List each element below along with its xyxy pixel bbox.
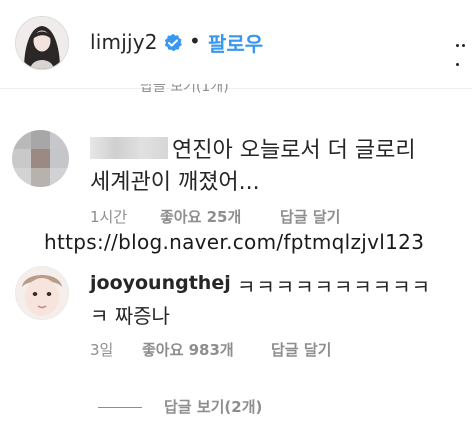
comment-time[interactable]: 1시간 — [90, 206, 127, 227]
verified-badge-icon — [164, 33, 182, 52]
comment-text-continued: ㅋ 짜증나 — [90, 304, 170, 328]
header-separator: • — [189, 29, 201, 53]
replies-divider-line — [98, 407, 142, 408]
comment-likes[interactable]: 좋아요 25개 — [160, 206, 241, 227]
clipped-view-replies[interactable]: 답글 보기(1개) — [140, 84, 300, 94]
more-options-icon[interactable] — [456, 32, 472, 70]
commenter-avatar[interactable] — [12, 130, 69, 187]
post-header: limjjy2 • 팔로우 — [0, 0, 472, 89]
reply-button-label: 답글 달기 — [271, 341, 332, 359]
comment-text: ㅋㅋㅋㅋㅋㅋㅋㅋㅋㅋ — [237, 275, 431, 299]
commenter-username[interactable]: jooyoungthej — [90, 272, 231, 294]
avatar-image — [16, 267, 68, 319]
view-replies-button[interactable]: 답글 보기(2개) — [98, 396, 262, 417]
clipped-view-replies-label: 답글 보기(1개) — [140, 84, 229, 94]
reply-button-label: 답글 달기 — [280, 208, 341, 226]
comment-time[interactable]: 3일 — [90, 339, 113, 360]
commenter-avatar[interactable] — [15, 266, 69, 320]
reply-button[interactable]: 답글 달기 — [280, 206, 340, 227]
comment-likes[interactable]: 좋아요 983개 — [142, 339, 234, 360]
post-author-username[interactable]: limjjy2 — [90, 30, 158, 54]
view-replies-label: 답글 보기(2개) — [164, 398, 263, 416]
blurred-username[interactable] — [90, 137, 168, 159]
comment-text-continued: 세계관이 깨졌어... — [90, 170, 260, 195]
profile-avatar[interactable] — [15, 16, 69, 70]
comment-likes-label: 좋아요 983개 — [142, 341, 234, 359]
follow-button[interactable]: 팔로우 — [208, 28, 263, 57]
watermark-url: https://blog.naver.com/fptmqlzjvl123 — [44, 230, 425, 254]
comment-likes-label: 좋아요 25개 — [160, 208, 242, 226]
reply-button[interactable]: 답글 달기 — [271, 339, 331, 360]
comment-text: 연진아 오늘로서 더 글로리 — [172, 138, 416, 163]
avatar-image — [16, 17, 68, 69]
